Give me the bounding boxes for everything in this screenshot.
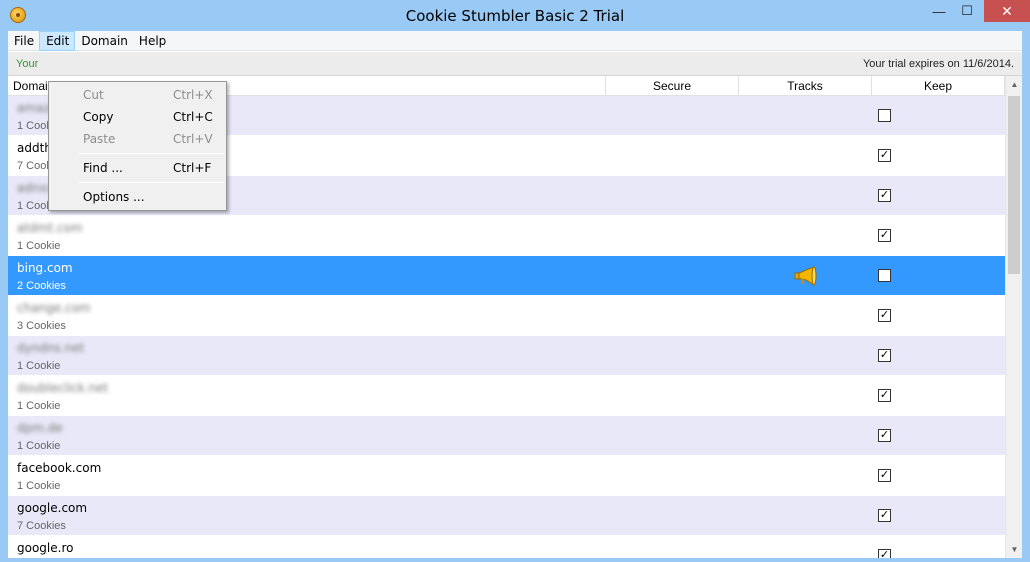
paste-shortcut: Ctrl+V	[173, 132, 213, 146]
scroll-up-arrow-icon[interactable]: ▲	[1006, 76, 1022, 93]
maximize-button[interactable]: ☐	[953, 0, 981, 22]
domain-name: doubleclick.net	[17, 381, 109, 395]
domain-name: bing.com	[17, 261, 73, 275]
table-row[interactable]: doubleclick.net 1 Cookie ✓	[8, 376, 1005, 416]
keep-checkbox[interactable]: ✓	[878, 509, 891, 522]
app-window: Cookie Stumbler Basic 2 Trial — ☐ ✕ File…	[0, 0, 1030, 562]
keep-checkbox[interactable]: ✓	[878, 229, 891, 242]
menu-file[interactable]: File	[8, 31, 39, 51]
menu-item-copy[interactable]: Copy Ctrl+C	[51, 107, 224, 127]
client-area: File Edit Domain Help Your Your trial ex…	[8, 31, 1022, 558]
window-title: Cookie Stumbler Basic 2 Trial	[405, 7, 625, 25]
domain-name: change.com	[17, 301, 91, 315]
menu-item-paste[interactable]: Paste Ctrl+V	[51, 129, 224, 149]
cut-shortcut: Ctrl+X	[173, 88, 213, 102]
keep-checkbox[interactable]: ✓	[878, 549, 891, 558]
domain-name: google.com	[17, 501, 88, 515]
column-header-secure[interactable]: Secure	[606, 76, 739, 96]
menu-domain[interactable]: Domain	[75, 31, 133, 51]
cookie-count: 2 Cookies	[17, 280, 66, 292]
cookie-count: 3 Cookies	[17, 320, 66, 332]
copy-shortcut: Ctrl+C	[173, 110, 213, 124]
table-row[interactable]: dyndns.net 1 Cookie ✓	[8, 336, 1005, 376]
menu-separator	[79, 153, 224, 154]
keep-checkbox[interactable]: ✓	[878, 389, 891, 402]
minimize-button[interactable]: —	[925, 0, 953, 22]
menu-item-find[interactable]: Find ... Ctrl+F	[51, 158, 224, 178]
column-header-keep[interactable]: Keep	[872, 76, 1005, 96]
column-header-tracks[interactable]: Tracks	[739, 76, 872, 96]
menu-edit[interactable]: Edit	[39, 31, 76, 51]
trial-expiry-text: Your trial expires on 11/6/2014.	[862, 58, 1014, 70]
keep-checkbox[interactable]: ✓	[878, 149, 891, 162]
keep-checkbox[interactable]: ✓	[878, 349, 891, 362]
title-bar[interactable]: Cookie Stumbler Basic 2 Trial — ☐ ✕	[0, 0, 1030, 31]
keep-checkbox[interactable]: ✓	[878, 469, 891, 482]
paste-label: Paste	[83, 132, 116, 146]
trial-bar: Your Your trial expires on 11/6/2014.	[8, 52, 1022, 76]
domain-name: atdmt.com	[17, 221, 83, 235]
keep-checkbox[interactable]: ✓	[878, 429, 891, 442]
find-label: Find ...	[83, 161, 123, 175]
options-label: Options ...	[83, 190, 145, 204]
close-button[interactable]: ✕	[984, 0, 1030, 22]
cookie-count: 1 Cookie	[17, 240, 61, 252]
trial-message[interactable]: Your	[16, 58, 38, 70]
cut-label: Cut	[83, 88, 104, 102]
cookie-count: 1 Cookie	[17, 400, 61, 412]
keep-checkbox[interactable]: ✓	[878, 189, 891, 202]
edit-menu-dropdown: Cut Ctrl+X Copy Ctrl+C Paste Ctrl+V Find…	[48, 81, 227, 211]
table-row[interactable]: google.com 7 Cookies ✓	[8, 496, 1005, 536]
menu-item-cut[interactable]: Cut Ctrl+X	[51, 85, 224, 105]
cookie-count: 1 Cookie	[17, 480, 61, 492]
cookie-count: 1 Cookie	[17, 440, 61, 452]
find-shortcut: Ctrl+F	[173, 161, 212, 175]
menu-item-options[interactable]: Options ...	[51, 187, 224, 207]
menu-separator	[79, 182, 224, 183]
menu-bar: File Edit Domain Help	[8, 31, 1022, 51]
table-row[interactable]: dpm.de 1 Cookie ✓	[8, 416, 1005, 456]
copy-label: Copy	[83, 110, 114, 124]
scroll-down-arrow-icon[interactable]: ▼	[1006, 541, 1022, 558]
keep-checkbox[interactable]	[878, 269, 891, 282]
cookie-count: 1 Cookie	[17, 360, 61, 372]
scrollbar-thumb[interactable]	[1008, 96, 1020, 274]
domain-name: dpm.de	[17, 421, 63, 435]
cookie-count: 7 Cookies	[17, 520, 66, 532]
menu-help[interactable]: Help	[133, 31, 171, 51]
table-row[interactable]: bing.com 2 Cookies	[8, 256, 1005, 296]
domain-name: google.ro	[17, 541, 74, 555]
vertical-scrollbar[interactable]: ▲ ▼	[1005, 76, 1022, 558]
domain-name: facebook.com	[17, 461, 102, 475]
keep-checkbox[interactable]: ✓	[878, 309, 891, 322]
keep-checkbox[interactable]	[878, 109, 891, 122]
megaphone-icon	[794, 266, 817, 286]
domain-name: dyndns.net	[17, 341, 85, 355]
table-row[interactable]: facebook.com 1 Cookie ✓	[8, 456, 1005, 496]
table-row[interactable]: google.ro ✓	[8, 536, 1005, 558]
table-row[interactable]: change.com 3 Cookies ✓	[8, 296, 1005, 336]
table-row[interactable]: atdmt.com 1 Cookie ✓	[8, 216, 1005, 256]
